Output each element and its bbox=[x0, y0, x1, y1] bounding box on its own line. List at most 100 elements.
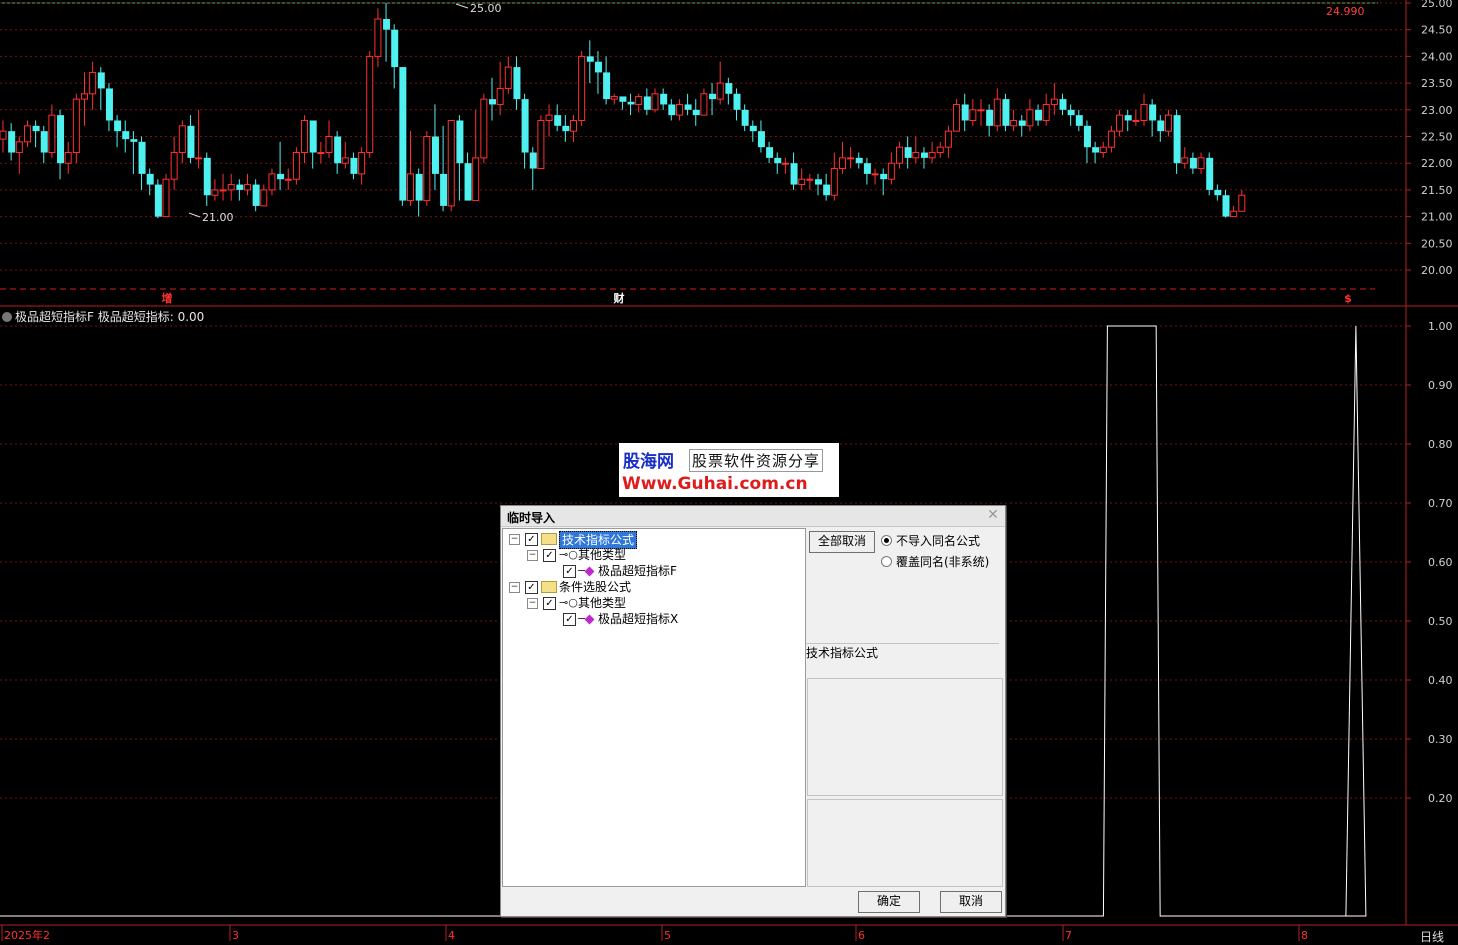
radio-no-import-label[interactable]: 不导入同名公式 bbox=[896, 532, 980, 549]
candle-body bbox=[32, 125, 40, 132]
candle-body bbox=[350, 157, 358, 174]
candle-body bbox=[887, 162, 895, 180]
close-icon[interactable]: ✕ bbox=[985, 507, 1001, 523]
candle-body bbox=[660, 93, 668, 105]
candle-body bbox=[57, 115, 65, 164]
time-tick-label: 8 bbox=[1301, 929, 1308, 941]
tree-node-other-type[interactable]: − ✓ ⊸○ 其他类型 bbox=[503, 547, 803, 563]
candle-body bbox=[277, 173, 285, 180]
candle-body bbox=[1197, 157, 1205, 170]
candle-body bbox=[399, 67, 407, 201]
candle-body bbox=[440, 173, 448, 206]
collapse-icon[interactable]: − bbox=[527, 550, 538, 561]
candle-body bbox=[838, 157, 846, 170]
candle-body bbox=[766, 147, 774, 158]
candle-body bbox=[562, 125, 570, 132]
tree-node-formula[interactable]: ✓ − 极品超短指标X bbox=[503, 611, 803, 627]
candle-body bbox=[684, 104, 692, 110]
collapse-icon[interactable]: − bbox=[527, 598, 538, 609]
event-marker: 财 bbox=[613, 291, 625, 305]
candle-body bbox=[480, 98, 488, 159]
candle-body bbox=[1164, 114, 1172, 132]
checkbox[interactable]: ✓ bbox=[525, 533, 538, 546]
watermark-brand: 股海网 bbox=[623, 452, 674, 472]
checkbox[interactable]: ✓ bbox=[543, 549, 556, 562]
candle-body bbox=[594, 61, 602, 73]
candle-body bbox=[1214, 189, 1222, 196]
checkbox[interactable]: ✓ bbox=[525, 581, 538, 594]
cancel-all-button[interactable]: 全部取消 bbox=[809, 531, 875, 553]
checkbox[interactable]: ✓ bbox=[563, 613, 576, 626]
candle-body bbox=[23, 125, 31, 143]
candle-body bbox=[252, 184, 260, 206]
checkbox[interactable]: ✓ bbox=[543, 597, 556, 610]
tree-node-label[interactable]: 其他类型 bbox=[578, 547, 626, 563]
candle-body bbox=[464, 163, 472, 201]
candle-body bbox=[211, 189, 219, 196]
candle-body bbox=[268, 173, 276, 191]
candle-body bbox=[635, 95, 643, 105]
event-marker: $ bbox=[1344, 292, 1352, 305]
candle-body bbox=[301, 119, 309, 154]
candle-body bbox=[871, 173, 879, 176]
tree-node-tech-formulas[interactable]: − ✓ 技术指标公式 bbox=[503, 531, 803, 549]
price-tick-label: 22.50 bbox=[1421, 131, 1453, 144]
indicator-tick-label: 0.50 bbox=[1428, 615, 1453, 628]
tree-node-label[interactable]: 条件选股公式 bbox=[559, 579, 631, 595]
preview-panel bbox=[807, 678, 1003, 796]
collapse-icon[interactable]: − bbox=[509, 534, 520, 545]
checkbox[interactable]: ✓ bbox=[563, 565, 576, 578]
formula-tree[interactable]: − ✓ 技术指标公式 − ✓ ⊸○ 其他类型 ✓ − 极品超短指标F − ✓ 条… bbox=[502, 528, 806, 887]
price-tick-label: 25.00 bbox=[1421, 0, 1453, 10]
candle-body bbox=[162, 178, 170, 218]
indicator-title[interactable]: 极品超短指标F 极品超短指标: 0.00 bbox=[2, 308, 204, 325]
candle-body bbox=[700, 93, 708, 116]
cancel-button[interactable]: 取消 bbox=[940, 891, 1002, 913]
tree-node-formula[interactable]: ✓ − 极品超短指标F bbox=[503, 563, 803, 579]
high-marker-label: 25.00 bbox=[470, 2, 502, 15]
candle-body bbox=[154, 184, 162, 217]
tree-node-label[interactable]: 其他类型 bbox=[578, 595, 626, 611]
period-label[interactable]: 日线 bbox=[1420, 928, 1444, 945]
ok-button[interactable]: 确定 bbox=[858, 891, 920, 913]
dialog-titlebar[interactable]: 临时导入 ✕ bbox=[501, 506, 1005, 527]
candle-body bbox=[260, 189, 268, 207]
tree-node-other-type[interactable]: − ✓ ⊸○ 其他类型 bbox=[503, 595, 803, 611]
candle-body bbox=[1238, 194, 1246, 212]
candle-body bbox=[472, 157, 480, 202]
radio-overwrite-label[interactable]: 覆盖同名(非系统) bbox=[896, 553, 989, 570]
candle-body bbox=[170, 152, 178, 180]
candle-body bbox=[880, 173, 888, 180]
candle-body bbox=[830, 168, 838, 196]
candle-body bbox=[130, 139, 138, 142]
price-tick-label: 23.50 bbox=[1421, 77, 1453, 90]
indicator-tick-label: 0.30 bbox=[1428, 733, 1453, 746]
candle-body bbox=[138, 141, 146, 174]
candle-body bbox=[40, 131, 48, 153]
candle-body bbox=[537, 119, 545, 170]
indicator-collapse-icon[interactable] bbox=[2, 312, 12, 322]
candle-body bbox=[489, 99, 496, 105]
candle-body bbox=[855, 157, 863, 164]
collapse-icon[interactable]: − bbox=[509, 582, 520, 593]
candle-body bbox=[504, 66, 512, 89]
candle-body bbox=[334, 136, 342, 164]
candle-body bbox=[48, 114, 56, 154]
candle-body bbox=[366, 55, 374, 154]
candle-body bbox=[570, 119, 577, 132]
candle-body bbox=[675, 103, 683, 116]
price-tick-label: 21.00 bbox=[1421, 211, 1453, 224]
candle-body bbox=[227, 184, 235, 191]
radio-overwrite[interactable] bbox=[881, 556, 892, 567]
tree-node-label[interactable]: 极品超短指标X bbox=[598, 611, 678, 627]
candle-body bbox=[456, 120, 464, 164]
radio-no-import[interactable] bbox=[881, 535, 892, 546]
candle-body bbox=[944, 130, 952, 148]
tree-node-screening-formulas[interactable]: − ✓ 条件选股公式 bbox=[503, 579, 803, 595]
key-icon: ⊸○ bbox=[559, 596, 578, 609]
candlestick-series[interactable] bbox=[0, 3, 1246, 219]
tree-node-label[interactable]: 极品超短指标F bbox=[598, 563, 677, 579]
candle-body bbox=[203, 157, 211, 196]
candle-body bbox=[643, 96, 651, 110]
candle-body bbox=[781, 162, 789, 165]
